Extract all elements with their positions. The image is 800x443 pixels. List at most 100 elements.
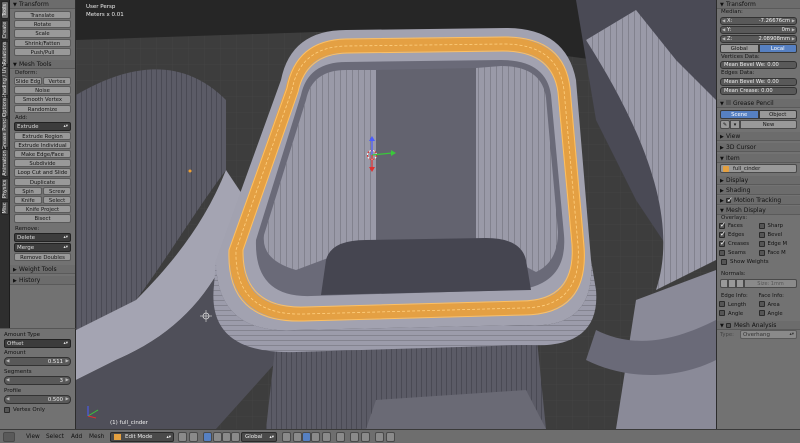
- overlay-face-marks[interactable]: Face M: [758, 249, 799, 258]
- shrink-fatten-button[interactable]: Shrink/Fatten: [14, 38, 71, 47]
- overlay-edges[interactable]: Edges: [719, 231, 759, 240]
- duplicate-button[interactable]: Duplicate: [14, 177, 71, 186]
- add-menu[interactable]: Add: [71, 432, 82, 442]
- transform-panel-header[interactable]: ▼ Transform: [717, 0, 800, 9]
- tab-options[interactable]: Options: [1, 97, 9, 117]
- median-y-field[interactable]: ◀ Y: 0m ▶: [720, 25, 797, 34]
- show-weights-checkbox[interactable]: [721, 258, 727, 265]
- knife-select-button[interactable]: Select: [43, 196, 71, 205]
- mode-dropdown[interactable]: Edit Mode ▴▾: [110, 432, 174, 442]
- delete-dropdown[interactable]: Delete ▴▾: [14, 232, 71, 242]
- manipulator-toggle-icon[interactable]: [203, 432, 212, 442]
- info-checkbox[interactable]: [719, 301, 725, 307]
- global-toggle-button[interactable]: Global: [720, 43, 759, 53]
- scale-manipulator-icon[interactable]: [231, 432, 240, 442]
- decrement-arrow-icon[interactable]: ◀: [6, 377, 9, 385]
- increment-arrow-icon[interactable]: ▶: [792, 36, 795, 42]
- weight-tools-panel-header[interactable]: ▶ Weight Tools: [10, 264, 75, 274]
- overlay-sharp[interactable]: Sharp: [758, 222, 799, 231]
- bisect-button[interactable]: Bisect: [14, 214, 71, 223]
- amount-field[interactable]: ◀ 0.511 ▶: [4, 357, 71, 366]
- subdivide-button[interactable]: Subdivide: [14, 159, 71, 168]
- merge-dropdown[interactable]: Merge ▴▾: [14, 242, 71, 252]
- split-normals-icon[interactable]: [728, 278, 736, 288]
- snap-toggle-icon[interactable]: [350, 432, 359, 442]
- info-length[interactable]: Length: [719, 301, 759, 310]
- item-panel-header[interactable]: ▼ Item: [717, 153, 800, 163]
- randomize-button[interactable]: Randomize: [14, 104, 71, 113]
- new-grease-pencil-button[interactable]: New: [740, 119, 797, 129]
- mesh-analysis-checkbox[interactable]: [726, 322, 731, 328]
- grease-pencil-panel-header[interactable]: ▼ Grease Pencil: [717, 98, 800, 108]
- mesh-analysis-panel-header[interactable]: ▼ Mesh Analysis: [717, 320, 800, 330]
- viewport-shading-icon[interactable]: [178, 432, 187, 442]
- rotate-manipulator-icon[interactable]: [222, 432, 231, 442]
- overlay-checkbox[interactable]: [719, 249, 725, 256]
- increment-arrow-icon[interactable]: ▶: [66, 396, 69, 404]
- knife-project-button[interactable]: Knife Project: [14, 205, 71, 214]
- snap-element-icon[interactable]: [361, 432, 370, 442]
- tab-tools[interactable]: Tools: [1, 1, 9, 19]
- extrude-region-button[interactable]: Extrude Region: [14, 131, 71, 140]
- smooth-vertex-button[interactable]: Smooth Vertex: [14, 95, 71, 104]
- vertex-normals-icon[interactable]: [720, 278, 728, 288]
- median-z-field[interactable]: ◀ Z: 2.08908mm ▶: [720, 34, 797, 43]
- overlay-checkbox[interactable]: [758, 240, 765, 247]
- scale-button[interactable]: Scale: [14, 29, 71, 38]
- noise-button[interactable]: Noise: [14, 86, 71, 95]
- increment-arrow-icon[interactable]: ▶: [792, 27, 795, 33]
- display-panel-header[interactable]: ▶ Display: [717, 175, 800, 185]
- 3d-cursor-panel-header[interactable]: ▶ 3D Cursor: [717, 142, 800, 152]
- opengl-animation-icon[interactable]: [386, 432, 395, 442]
- face-normals-icon[interactable]: [736, 278, 744, 288]
- face-select-icon[interactable]: [311, 432, 320, 442]
- tab-create[interactable]: Create: [1, 20, 9, 40]
- overlay-faces[interactable]: Faces: [719, 222, 759, 231]
- info-face-angle[interactable]: Angle: [758, 310, 799, 319]
- overlay-checkbox[interactable]: [758, 249, 765, 256]
- vertex-only-row[interactable]: Vertex Only: [0, 406, 75, 415]
- slide-edge-button[interactable]: Slide Edg: [14, 76, 42, 86]
- checkbox-icon[interactable]: [726, 99, 731, 105]
- pivot-point-icon[interactable]: [189, 432, 198, 442]
- info-area[interactable]: Area: [758, 301, 799, 310]
- push-pull-button[interactable]: Push/Pull: [14, 47, 71, 56]
- increment-arrow-icon[interactable]: ▶: [66, 358, 69, 366]
- decrement-arrow-icon[interactable]: ◀: [722, 27, 725, 33]
- info-edge-angle[interactable]: Angle: [719, 310, 759, 319]
- select-menu[interactable]: Select: [46, 432, 64, 442]
- motion-tracking-checkbox[interactable]: [726, 196, 733, 204]
- tab-grease-pencil[interactable]: Grease Pencil: [1, 116, 9, 150]
- overlay-checkbox[interactable]: [719, 222, 726, 230]
- rotate-button[interactable]: Rotate: [14, 20, 71, 29]
- editor-type-icon[interactable]: [3, 432, 15, 442]
- overlay-checkbox[interactable]: [758, 222, 765, 229]
- increment-arrow-icon[interactable]: ▶: [792, 18, 795, 24]
- remove-doubles-button[interactable]: Remove Doubles: [14, 252, 71, 261]
- info-checkbox[interactable]: [719, 310, 725, 316]
- shading-panel-header[interactable]: ▶ Shading: [717, 185, 800, 195]
- info-checkbox[interactable]: [758, 310, 765, 316]
- item-name-input[interactable]: full_cinder: [720, 163, 797, 173]
- tab-physics[interactable]: Physics: [1, 178, 9, 200]
- profile-field[interactable]: ◀ 0.500 ▶: [4, 395, 71, 404]
- extrude-dropdown[interactable]: Extrude ▴▾: [14, 121, 71, 131]
- object-toggle-button[interactable]: Object: [758, 109, 797, 119]
- layer-icon[interactable]: [282, 432, 291, 442]
- motion-tracking-panel-header[interactable]: ▶Motion Tracking: [717, 195, 800, 205]
- tab-relations[interactable]: Relations: [1, 41, 9, 65]
- tab-animation[interactable]: Animation: [1, 149, 9, 177]
- overlay-checkbox[interactable]: [719, 231, 726, 239]
- slide-vertex-button[interactable]: Vertex: [43, 76, 71, 86]
- edge-bevel-weight-field[interactable]: Mean Bevel We: 0.00: [720, 77, 797, 86]
- local-toggle-button[interactable]: Local: [758, 43, 797, 53]
- mesh-tools-panel-header[interactable]: ▼ Mesh Tools: [10, 59, 75, 69]
- loop-cut-slide-button[interactable]: Loop Cut and Slide: [14, 168, 71, 177]
- spin-button[interactable]: Spin: [14, 186, 42, 195]
- history-panel-header[interactable]: ▶ History: [10, 275, 75, 285]
- pencil-icon[interactable]: ✎: [720, 119, 730, 129]
- opengl-render-icon[interactable]: [375, 432, 384, 442]
- tab-misc[interactable]: Misc: [1, 201, 9, 215]
- knife-button[interactable]: Knife: [14, 196, 42, 205]
- mesh-menu[interactable]: Mesh: [89, 432, 104, 442]
